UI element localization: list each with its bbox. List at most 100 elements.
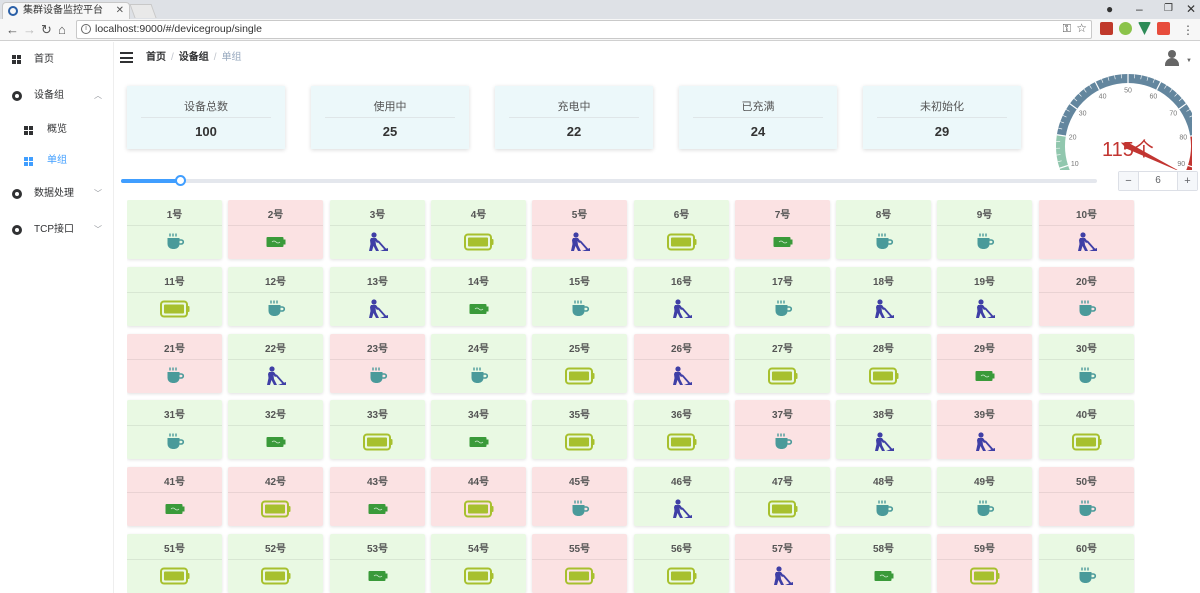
device-card[interactable]: 35号 — [532, 400, 627, 459]
device-card[interactable]: 43号 — [330, 467, 425, 526]
device-card[interactable]: 3号 — [330, 200, 425, 259]
device-card[interactable]: 14号 — [431, 267, 526, 326]
device-card[interactable]: 53号 — [330, 534, 425, 593]
device-card[interactable]: 29号 — [937, 334, 1032, 393]
card-divider — [431, 492, 526, 493]
device-card[interactable]: 48号 — [836, 467, 931, 526]
home-icon[interactable]: ⌂ — [58, 21, 66, 39]
reload-icon[interactable]: ↻ — [41, 21, 52, 39]
device-card[interactable]: 54号 — [431, 534, 526, 593]
device-card[interactable]: 25号 — [532, 334, 627, 393]
device-card[interactable]: 5号 — [532, 200, 627, 259]
new-tab-button[interactable] — [129, 4, 157, 18]
minimize-icon[interactable]: – — [1136, 1, 1143, 17]
device-card[interactable]: 42号 — [228, 467, 323, 526]
columns-stepper[interactable]: − 6 + — [1118, 171, 1198, 191]
device-card[interactable]: 57号 — [735, 534, 830, 593]
device-card[interactable]: 59号 — [937, 534, 1032, 593]
card-divider — [937, 492, 1032, 493]
device-card[interactable]: 13号 — [330, 267, 425, 326]
device-card[interactable]: 26号 — [634, 334, 729, 393]
device-card[interactable]: 50号 — [1039, 467, 1134, 526]
extension-green-icon[interactable] — [1119, 22, 1132, 35]
device-card[interactable]: 49号 — [937, 467, 1032, 526]
extension-red-icon[interactable] — [1100, 22, 1113, 35]
device-card[interactable]: 41号 — [127, 467, 222, 526]
site-info-icon[interactable]: i — [81, 24, 91, 34]
device-card[interactable]: 20号 — [1039, 267, 1134, 326]
device-card[interactable]: 23号 — [330, 334, 425, 393]
device-card[interactable]: 46号 — [634, 467, 729, 526]
sidebar-subitem-single[interactable]: 单组 — [0, 146, 114, 176]
device-card[interactable]: 55号 — [532, 534, 627, 593]
restore-icon[interactable]: ❐ — [1164, 1, 1173, 17]
stepper-value[interactable]: 6 — [1139, 172, 1177, 190]
device-card[interactable]: 28号 — [836, 334, 931, 393]
device-card[interactable]: 58号 — [836, 534, 931, 593]
device-card[interactable]: 30号 — [1039, 334, 1134, 393]
device-card[interactable]: 32号 — [228, 400, 323, 459]
device-card[interactable]: 27号 — [735, 334, 830, 393]
device-card[interactable]: 45号 — [532, 467, 627, 526]
browser-menu-icon[interactable]: ⋮ — [1182, 21, 1194, 39]
sidebar-subitem-overview[interactable]: 概览 — [0, 115, 114, 145]
device-card[interactable]: 8号 — [836, 200, 931, 259]
device-card[interactable]: 6号 — [634, 200, 729, 259]
key-icon[interactable]: ⚿ — [1063, 21, 1071, 38]
device-grid: 1号 2号 3号 4号 5号 6号 7号 8号 9号 10号 11号 12号 13号 14号 15号 16号 1… — [127, 200, 1135, 593]
profile-icon[interactable]: ● — [1106, 1, 1113, 17]
device-card[interactable]: 31号 — [127, 400, 222, 459]
device-card[interactable]: 56号 — [634, 534, 729, 593]
device-card[interactable]: 38号 — [836, 400, 931, 459]
caret-down-icon[interactable]: ▼ — [1186, 58, 1192, 64]
bookmark-star-icon[interactable]: ☆ — [1076, 20, 1087, 37]
sidebar-item-device-group[interactable]: 设备组 ︿ — [0, 81, 114, 111]
device-card[interactable]: 33号 — [330, 400, 425, 459]
hamburger-menu-icon[interactable] — [120, 52, 133, 63]
size-slider[interactable] — [121, 175, 1097, 186]
decrement-button[interactable]: − — [1119, 172, 1139, 190]
slider-handle[interactable] — [174, 175, 186, 186]
extension-pdf-icon[interactable] — [1157, 22, 1170, 35]
close-window-icon[interactable]: ✕ — [1186, 1, 1196, 17]
address-bar[interactable]: i localhost:9000/#/devicegroup/single ⚿ … — [76, 20, 1092, 39]
device-card[interactable]: 60号 — [1039, 534, 1134, 593]
device-card[interactable]: 10号 — [1039, 200, 1134, 259]
device-card[interactable]: 40号 — [1039, 400, 1134, 459]
increment-button[interactable]: + — [1177, 172, 1197, 190]
device-card[interactable]: 4号 — [431, 200, 526, 259]
device-card[interactable]: 2号 — [228, 200, 323, 259]
device-card[interactable]: 7号 — [735, 200, 830, 259]
sidebar-item-data-processing[interactable]: 数据处理 ﹀ — [0, 179, 114, 209]
device-card[interactable]: 17号 — [735, 267, 830, 326]
user-avatar-icon[interactable] — [1164, 50, 1180, 66]
extension-v-icon[interactable] — [1138, 22, 1151, 35]
device-card[interactable]: 9号 — [937, 200, 1032, 259]
sidebar-item-tcp-interface[interactable]: TCP接口 ﹀ — [0, 215, 114, 245]
device-card[interactable]: 18号 — [836, 267, 931, 326]
device-card[interactable]: 22号 — [228, 334, 323, 393]
device-card[interactable]: 36号 — [634, 400, 729, 459]
device-card[interactable]: 19号 — [937, 267, 1032, 326]
device-card[interactable]: 37号 — [735, 400, 830, 459]
breadcrumb-home[interactable]: 首页 — [146, 52, 166, 63]
browser-tab[interactable]: 集群设备监控平台 ✕ — [2, 2, 130, 19]
device-card[interactable]: 21号 — [127, 334, 222, 393]
device-card[interactable]: 47号 — [735, 467, 830, 526]
device-card[interactable]: 24号 — [431, 334, 526, 393]
device-card[interactable]: 15号 — [532, 267, 627, 326]
device-card[interactable]: 16号 — [634, 267, 729, 326]
sidebar-item-home[interactable]: 首页 — [0, 45, 114, 75]
forward-icon[interactable]: → — [23, 21, 36, 39]
device-card[interactable]: 44号 — [431, 467, 526, 526]
device-card[interactable]: 52号 — [228, 534, 323, 593]
device-card[interactable]: 34号 — [431, 400, 526, 459]
device-card[interactable]: 39号 — [937, 400, 1032, 459]
device-card[interactable]: 11号 — [127, 267, 222, 326]
close-tab-icon[interactable]: ✕ — [116, 3, 124, 19]
device-card[interactable]: 51号 — [127, 534, 222, 593]
device-card[interactable]: 12号 — [228, 267, 323, 326]
back-icon[interactable]: ← — [6, 21, 19, 39]
breadcrumb-device-group[interactable]: 设备组 — [179, 52, 209, 63]
device-card[interactable]: 1号 — [127, 200, 222, 259]
